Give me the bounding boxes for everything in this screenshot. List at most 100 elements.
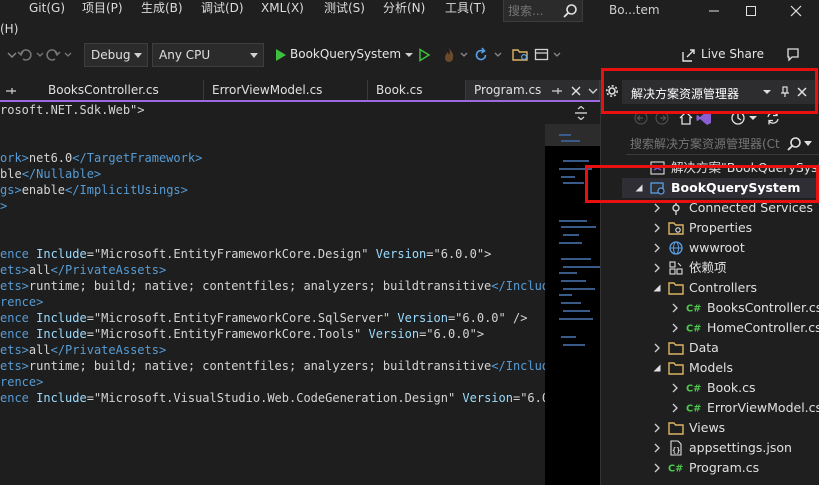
close-icon bbox=[797, 87, 807, 97]
menu-analyze[interactable]: 分析(N) bbox=[383, 0, 425, 22]
tree-item[interactable]: BookQuerySystem bbox=[622, 178, 819, 198]
close-window-button[interactable] bbox=[775, 0, 817, 22]
expanded-arrow-icon[interactable] bbox=[652, 363, 662, 373]
close-icon[interactable] bbox=[569, 84, 583, 98]
layout-dropdown[interactable] bbox=[548, 46, 566, 64]
menu-tools[interactable]: 工具(T) bbox=[445, 0, 486, 22]
menu-help[interactable]: (H) bbox=[0, 22, 18, 36]
pin-icon[interactable] bbox=[4, 84, 18, 98]
solution-explorer-search-input[interactable] bbox=[630, 136, 782, 152]
tree-item[interactable]: 依赖项 bbox=[622, 258, 819, 278]
tree-item[interactable]: Data bbox=[622, 338, 819, 358]
tab-book[interactable]: Book.cs bbox=[368, 80, 466, 100]
split-editor-icon[interactable] bbox=[574, 106, 588, 120]
restart-button[interactable] bbox=[472, 46, 490, 64]
tree-item[interactable]: wwwroot bbox=[622, 238, 819, 258]
close-solution-explorer-button[interactable] bbox=[794, 84, 810, 100]
pin-icon[interactable] bbox=[550, 84, 564, 98]
code-token: Microsoft.EntityFrameworkCore.SqlServer bbox=[101, 311, 383, 325]
history-icon[interactable] bbox=[730, 110, 746, 126]
chevron-right-icon[interactable] bbox=[652, 343, 662, 353]
dropdown-arrow-icon[interactable] bbox=[749, 114, 757, 122]
tab-errorviewmodel[interactable]: ErrorViewModel.cs bbox=[204, 80, 368, 100]
chevron-right-icon[interactable] bbox=[652, 243, 662, 253]
code-token: gs> bbox=[0, 183, 22, 197]
menu-test[interactable]: 测试(S) bbox=[324, 0, 365, 22]
code-token: =" bbox=[86, 327, 102, 341]
code-editor[interactable]: rosoft.NET.Sdk.Web"> ork>net6.0</TargetFr… bbox=[0, 102, 545, 485]
chevron-right-icon[interactable] bbox=[652, 203, 662, 213]
home-icon[interactable] bbox=[678, 110, 694, 126]
tree-item[interactable]: Models bbox=[622, 358, 819, 378]
start-debugging-button[interactable] bbox=[271, 46, 289, 64]
code-line: ence Include="Microsoft.EntityFrameworkC… bbox=[0, 246, 491, 262]
maximize-button[interactable] bbox=[730, 0, 772, 22]
menu-project[interactable]: 项目(P) bbox=[82, 0, 123, 22]
auto-hide-button[interactable] bbox=[777, 84, 793, 100]
tree-item[interactable]: Controllers bbox=[622, 278, 819, 298]
live-share-button[interactable] bbox=[680, 46, 698, 64]
tab-bookscontroller[interactable]: BooksController.cs bbox=[40, 80, 204, 100]
chevron-right-icon[interactable] bbox=[652, 443, 662, 453]
hot-reload-dropdown[interactable] bbox=[455, 46, 473, 64]
tab-program[interactable]: Program.cs bbox=[466, 80, 600, 100]
sync-icon[interactable] bbox=[765, 110, 781, 126]
minimap[interactable] bbox=[545, 124, 600, 485]
menu-debug[interactable]: 调试(D) bbox=[201, 0, 244, 22]
minimize-button[interactable] bbox=[693, 0, 735, 22]
chevron-right-icon[interactable] bbox=[652, 223, 662, 233]
back-arrow-icon[interactable] bbox=[634, 111, 648, 125]
gear-icon[interactable] bbox=[605, 84, 619, 98]
chevron-right-icon[interactable] bbox=[670, 323, 680, 333]
tree-item-label: appsettings.json bbox=[689, 440, 792, 455]
minimap-line bbox=[561, 226, 596, 228]
menu-xml[interactable]: XML(X) bbox=[261, 0, 304, 22]
feedback-button[interactable] bbox=[784, 46, 802, 64]
restart-dropdown[interactable] bbox=[489, 46, 507, 64]
tree-item[interactable]: C# Program.cs bbox=[622, 458, 819, 478]
chevron-right-icon[interactable] bbox=[652, 463, 662, 473]
tree-item[interactable]: C# HomeController.cs bbox=[622, 318, 819, 338]
solution-icon bbox=[650, 160, 666, 176]
chevron-right-icon[interactable] bbox=[670, 383, 680, 393]
visual-studio-icon[interactable] bbox=[696, 110, 712, 126]
global-search[interactable] bbox=[503, 0, 583, 22]
tree-item[interactable]: C# BooksController.cs bbox=[622, 298, 819, 318]
tree-item[interactable]: Views bbox=[622, 418, 819, 438]
minimap-viewport[interactable] bbox=[545, 124, 600, 146]
tree-item[interactable]: C# Book.cs bbox=[622, 378, 819, 398]
tree-item[interactable]: Properties bbox=[622, 218, 819, 238]
tree-item[interactable]: 解决方案"BookQuerySyster bbox=[622, 158, 819, 178]
startup-project-label[interactable]: BookQuerySystem bbox=[290, 47, 401, 61]
global-search-input[interactable] bbox=[508, 3, 564, 19]
search-icon bbox=[787, 137, 801, 151]
code-token: Include bbox=[36, 327, 87, 341]
window-position-dropdown[interactable] bbox=[759, 84, 775, 100]
chevron-right-icon[interactable] bbox=[670, 403, 680, 413]
tree-item[interactable]: C# ErrorViewModel.cs bbox=[622, 398, 819, 418]
configuration-select[interactable]: Debug bbox=[84, 43, 148, 67]
menu-bar: Git(G) 项目(P) 生成(B) 调试(D) XML(X) 测试(S) 分析… bbox=[0, 0, 819, 22]
start-without-debugging-button[interactable] bbox=[415, 46, 433, 64]
tree-item[interactable]: Connected Services bbox=[622, 198, 819, 218]
tree-item[interactable]: {} appsettings.json bbox=[622, 438, 819, 458]
expanded-arrow-icon[interactable] bbox=[634, 183, 644, 193]
live-share-label[interactable]: Live Share bbox=[701, 47, 764, 61]
code-line: gs>enable</ImplicitUsings> bbox=[0, 182, 188, 198]
folder-browse-icon bbox=[512, 49, 528, 61]
chevron-down-icon[interactable] bbox=[586, 84, 600, 98]
minimap-line bbox=[561, 176, 575, 178]
browse-folder-button[interactable] bbox=[512, 46, 530, 64]
platform-select[interactable]: Any CPU bbox=[152, 43, 264, 67]
solution-explorer-search[interactable] bbox=[626, 133, 819, 155]
expanded-arrow-icon[interactable] bbox=[652, 283, 662, 293]
minimap-line bbox=[559, 318, 593, 320]
chevron-right-icon[interactable] bbox=[652, 423, 662, 433]
tree-item-label: HomeController.cs bbox=[707, 320, 819, 335]
menu-build[interactable]: 生成(B) bbox=[141, 0, 183, 22]
chevron-right-icon[interactable] bbox=[652, 263, 662, 273]
chevron-right-icon[interactable] bbox=[670, 303, 680, 313]
forward-arrow-icon[interactable] bbox=[655, 111, 669, 125]
redo-dropdown[interactable] bbox=[59, 46, 77, 64]
menu-git[interactable]: Git(G) bbox=[29, 0, 65, 22]
